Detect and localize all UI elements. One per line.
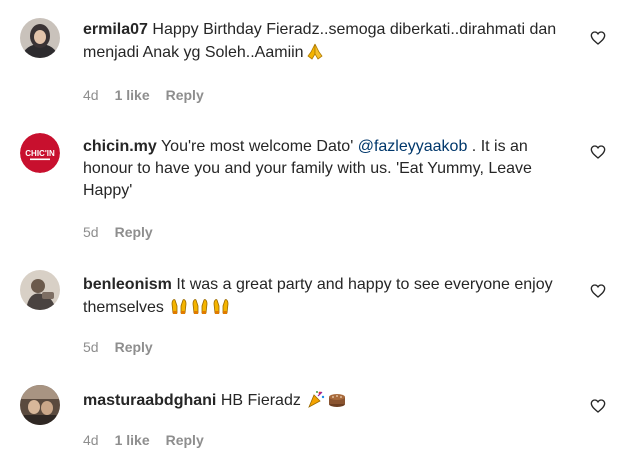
reply-button[interactable]: Reply	[115, 224, 153, 240]
likes-count[interactable]: 1 like	[115, 432, 150, 448]
mention-link[interactable]: @fazleyyaakob	[358, 138, 468, 155]
comment-time: 4d	[83, 87, 99, 103]
avatar[interactable]	[20, 385, 60, 425]
comment-text: You're most welcome Dato'	[160, 138, 354, 155]
avatar[interactable]	[20, 18, 60, 58]
comment-meta: 4d 1 like Reply	[83, 431, 204, 449]
heart-icon[interactable]	[590, 283, 606, 299]
comment-meta: 5d Reply	[83, 338, 153, 356]
avatar[interactable]: CHIC'IN	[20, 133, 60, 173]
raising-hands-icon	[169, 296, 189, 316]
comment-meta: 5d Reply	[83, 223, 153, 241]
comment-body: masturaabdghani HB Fieradz	[83, 389, 573, 412]
avatar-image	[20, 385, 60, 425]
comment-username[interactable]: masturaabdghani	[83, 392, 216, 409]
heart-icon[interactable]	[590, 144, 606, 160]
avatar[interactable]	[20, 270, 60, 310]
comment-time: 4d	[83, 432, 99, 448]
cake-icon	[327, 389, 347, 409]
raising-hands-icon	[211, 296, 231, 316]
comment-body: chicin.my You're most welcome Dato' @faz…	[83, 136, 573, 202]
heart-icon[interactable]	[590, 398, 606, 414]
svg-text:CHIC'IN: CHIC'IN	[25, 149, 55, 158]
chicin-logo: CHIC'IN	[20, 133, 60, 173]
comment-body: ermila07 Happy Birthday Fieradz..semoga …	[83, 19, 573, 64]
avatar-image	[20, 270, 60, 310]
raising-hands-icon	[190, 296, 210, 316]
comment-username[interactable]: ermila07	[83, 21, 148, 38]
avatar-image	[20, 18, 60, 58]
praying-hands-icon	[305, 41, 325, 61]
party-popper-icon	[306, 389, 326, 409]
reply-button[interactable]: Reply	[166, 432, 204, 448]
reply-button[interactable]: Reply	[115, 339, 153, 355]
comment-username[interactable]: chicin.my	[83, 138, 157, 155]
comment-time: 5d	[83, 224, 99, 240]
comment-body: benleonism It was a great party and happ…	[83, 274, 573, 319]
comment-meta: 4d 1 like Reply	[83, 86, 204, 104]
likes-count[interactable]: 1 like	[115, 87, 150, 103]
comment-username[interactable]: benleonism	[83, 276, 172, 293]
heart-icon[interactable]	[590, 30, 606, 46]
reply-button[interactable]: Reply	[166, 87, 204, 103]
comment-text: HB Fieradz	[220, 392, 301, 409]
comment-time: 5d	[83, 339, 99, 355]
